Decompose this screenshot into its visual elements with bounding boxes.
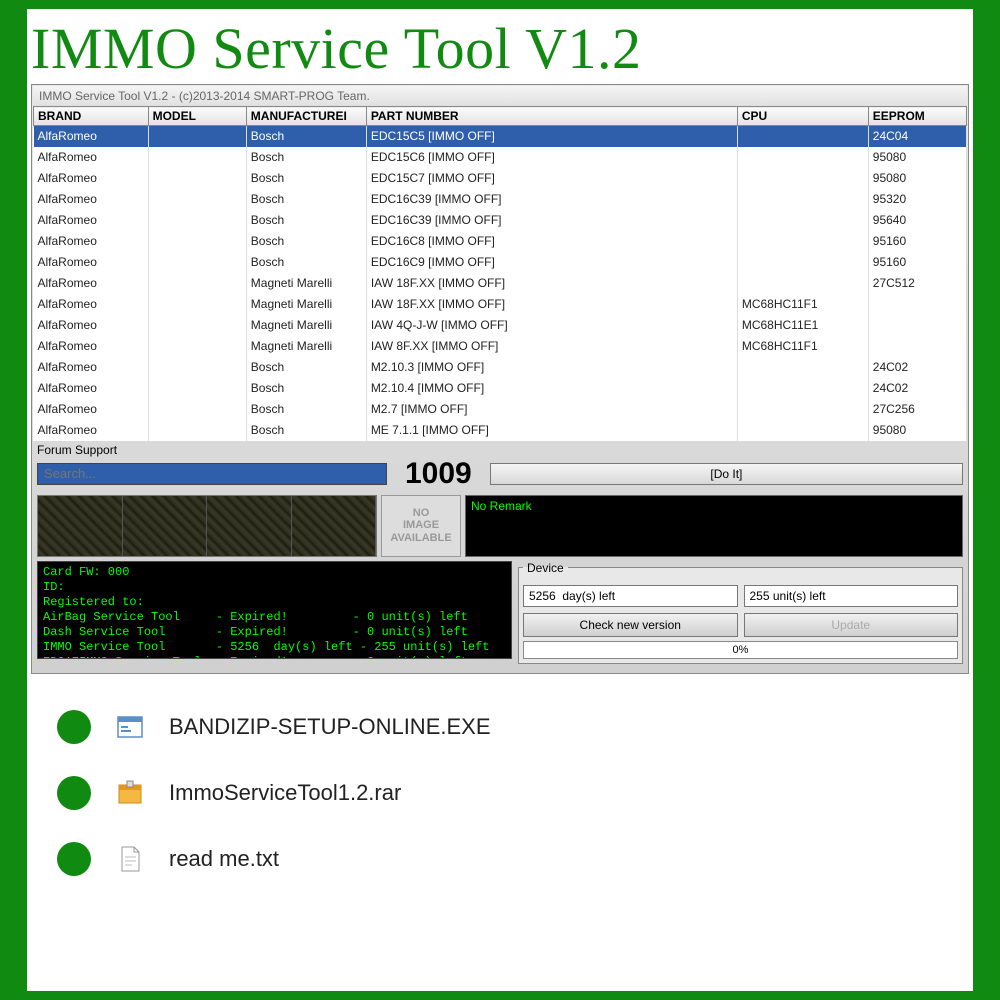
table-row[interactable]: AlfaRomeoBoschEDC15C6 [IMMO OFF]95080: [34, 147, 967, 168]
txt-file-icon: [115, 844, 145, 874]
table-row[interactable]: AlfaRomeoBoschEDC16C39 [IMMO OFF]95320: [34, 189, 967, 210]
table-row[interactable]: AlfaRomeoMagneti MarelliIAW 18F.XX [IMMO…: [34, 273, 967, 294]
forum-support-label: Forum Support: [33, 441, 967, 457]
window-titlebar: IMMO Service Tool V1.2 - (c)2013-2014 SM…: [33, 86, 967, 106]
no-image-placeholder: NOIMAGEAVAILABLE: [381, 495, 461, 557]
bullet-icon: [57, 776, 91, 810]
table-row[interactable]: AlfaRomeoMagneti MarelliIAW 4Q-J-W [IMMO…: [34, 315, 967, 336]
device-legend: Device: [523, 561, 568, 575]
list-item[interactable]: read me.txt: [57, 826, 943, 892]
page-title: IMMO Service Tool V1.2: [27, 9, 973, 84]
search-input[interactable]: [37, 463, 387, 485]
table-row[interactable]: AlfaRomeoMagneti MarelliIAW 8F.XX [IMMO …: [34, 336, 967, 357]
file-name: read me.txt: [169, 846, 279, 872]
units-left-field[interactable]: [744, 585, 959, 607]
table-row[interactable]: AlfaRomeoBoschM2.10.3 [IMMO OFF]24C02: [34, 357, 967, 378]
table-row[interactable]: AlfaRomeoBoschEDC15C5 [IMMO OFF]24C04: [34, 126, 967, 147]
data-grid[interactable]: BRAND MODEL MANUFACTUREI PART NUMBER CPU…: [33, 106, 967, 441]
list-item[interactable]: BANDIZIP-SETUP-ONLINE.EXE: [57, 694, 943, 760]
device-panel: Device Check new version Update 0%: [518, 561, 963, 664]
record-counter: 1009: [393, 457, 484, 491]
rar-file-icon: [115, 778, 145, 808]
table-row[interactable]: AlfaRomeoBoschEDC16C9 [IMMO OFF]95160: [34, 252, 967, 273]
bullet-icon: [57, 710, 91, 744]
list-item[interactable]: ImmoServiceTool1.2.rar: [57, 760, 943, 826]
do-it-button[interactable]: [Do It]: [490, 463, 963, 485]
table-row[interactable]: AlfaRomeoBoschEDC16C8 [IMMO OFF]95160: [34, 231, 967, 252]
col-cpu[interactable]: CPU: [737, 107, 868, 126]
table-row[interactable]: AlfaRomeoBoschM2.10.4 [IMMO OFF]24C02: [34, 378, 967, 399]
col-eeprom[interactable]: EEPROM: [868, 107, 966, 126]
col-part-number[interactable]: PART NUMBER: [366, 107, 737, 126]
file-list: BANDIZIP-SETUP-ONLINE.EXE ImmoServiceTool…: [27, 682, 973, 904]
col-manufacturer[interactable]: MANUFACTUREI: [246, 107, 366, 126]
table-row[interactable]: AlfaRomeoBoschM2.7 [IMMO OFF]27C256: [34, 399, 967, 420]
progress-bar: 0%: [523, 641, 958, 659]
table-row[interactable]: AlfaRomeoBoschME 7.1.1 [IMMO OFF]95080: [34, 420, 967, 441]
app-window: IMMO Service Tool V1.2 - (c)2013-2014 SM…: [31, 84, 969, 674]
update-button[interactable]: Update: [744, 613, 959, 637]
status-console: Card FW: 000 ID: Registered to: AirBag S…: [37, 561, 512, 659]
table-row[interactable]: AlfaRomeoBoschEDC15C7 [IMMO OFF]95080: [34, 168, 967, 189]
file-name: ImmoServiceTool1.2.rar: [169, 780, 401, 806]
col-brand[interactable]: BRAND: [34, 107, 149, 126]
pcb-thumbnails[interactable]: [37, 495, 377, 557]
exe-file-icon: [115, 712, 145, 742]
table-row[interactable]: AlfaRomeoBoschEDC16C39 [IMMO OFF]95640: [34, 210, 967, 231]
col-model[interactable]: MODEL: [148, 107, 246, 126]
days-left-field[interactable]: [523, 585, 738, 607]
file-name: BANDIZIP-SETUP-ONLINE.EXE: [169, 714, 491, 740]
check-version-button[interactable]: Check new version: [523, 613, 738, 637]
table-row[interactable]: AlfaRomeoMagneti MarelliIAW 18F.XX [IMMO…: [34, 294, 967, 315]
remark-box: No Remark: [465, 495, 963, 557]
bullet-icon: [57, 842, 91, 876]
